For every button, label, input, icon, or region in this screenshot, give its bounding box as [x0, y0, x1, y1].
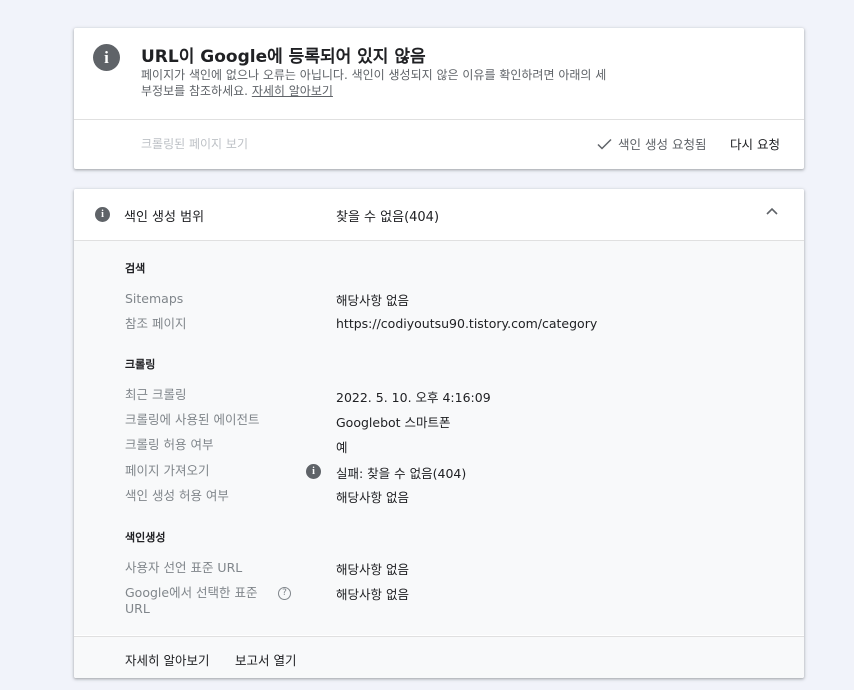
page-fetch-label: 페이지 가져오기: [125, 463, 210, 478]
learn-more-button[interactable]: 자세히 알아보기: [125, 650, 209, 669]
rerequest-button[interactable]: 다시 요청: [730, 134, 780, 153]
section-title-indexing: 색인생성: [125, 531, 166, 544]
crawl-allowed-value: 예: [336, 440, 348, 455]
crawl-agent-label: 크롤링에 사용된 에이전트: [125, 412, 260, 427]
status-title: URL이 Google에 등록되어 있지 않음: [141, 47, 426, 67]
index-requested-label: 색인 생성 요청됨: [618, 137, 707, 152]
referring-page-label: 참조 페이지: [125, 316, 187, 331]
help-icon[interactable]: ?: [278, 587, 291, 600]
last-crawl-value: 2022. 5. 10. 오후 4:16:09: [336, 390, 491, 405]
view-crawled-page-button[interactable]: 크롤링된 페이지 보기: [141, 135, 248, 152]
open-report-button[interactable]: 보고서 열기: [235, 650, 296, 669]
user-canonical-label: 사용자 선언 표준 URL: [125, 560, 243, 575]
index-requested-status: 색인 생성 요청됨: [597, 134, 706, 153]
indexing-allowed-label: 색인 생성 허용 여부: [125, 488, 229, 503]
chevron-up-icon[interactable]: [766, 207, 778, 215]
info-icon: i: [95, 207, 110, 222]
sitemaps-label: Sitemaps: [125, 291, 184, 306]
status-description: 페이지가 색인에 없으나 오류는 아닙니다. 색인이 생성되지 않은 이유를 확…: [141, 67, 611, 99]
status-description-text: 페이지가 색인에 없으나 오류는 아닙니다. 색인이 생성되지 않은 이유를 확…: [141, 68, 607, 98]
crawl-agent-value: Googlebot 스마트폰: [336, 415, 451, 430]
last-crawl-label: 최근 크롤링: [125, 387, 187, 402]
coverage-header-label: 색인 생성 범위: [124, 210, 205, 225]
info-icon[interactable]: i: [306, 464, 321, 479]
info-icon: i: [93, 44, 120, 71]
crawl-allowed-label: 크롤링 허용 여부: [125, 437, 214, 452]
section-title-search: 검색: [125, 262, 146, 275]
learn-more-link[interactable]: 자세히 알아보기: [252, 84, 333, 98]
indexing-allowed-value: 해당사항 없음: [336, 490, 409, 505]
section-title-crawl: 크롤링: [125, 358, 156, 371]
check-icon: [597, 138, 612, 150]
sitemaps-value: 해당사항 없음: [336, 293, 409, 308]
page-fetch-value: 실패: 찾을 수 없음(404): [336, 466, 467, 481]
google-canonical-value: 해당사항 없음: [336, 587, 409, 602]
coverage-footer: 자세히 알아보기 보고서 열기: [74, 636, 804, 678]
referring-page-value[interactable]: https://codiyoutsu90.tistory.com/categor…: [336, 316, 597, 331]
coverage-header[interactable]: i 색인 생성 범위 찾을 수 없음(404): [74, 189, 804, 241]
coverage-card: i 색인 생성 범위 찾을 수 없음(404) 검색 Sitemaps 해당사항…: [74, 189, 804, 678]
google-canonical-label-line1: Google에서 선택한 표준: [125, 585, 258, 600]
coverage-details: 검색 Sitemaps 해당사항 없음 참조 페이지 https://codiy…: [74, 241, 804, 635]
coverage-header-value: 찾을 수 없음(404): [336, 210, 440, 225]
url-status-card: i URL이 Google에 등록되어 있지 않음 페이지가 색인에 없으나 오…: [74, 28, 804, 169]
divider: [74, 119, 804, 120]
user-canonical-value: 해당사항 없음: [336, 562, 409, 577]
google-canonical-label-line2: URL: [125, 601, 150, 616]
